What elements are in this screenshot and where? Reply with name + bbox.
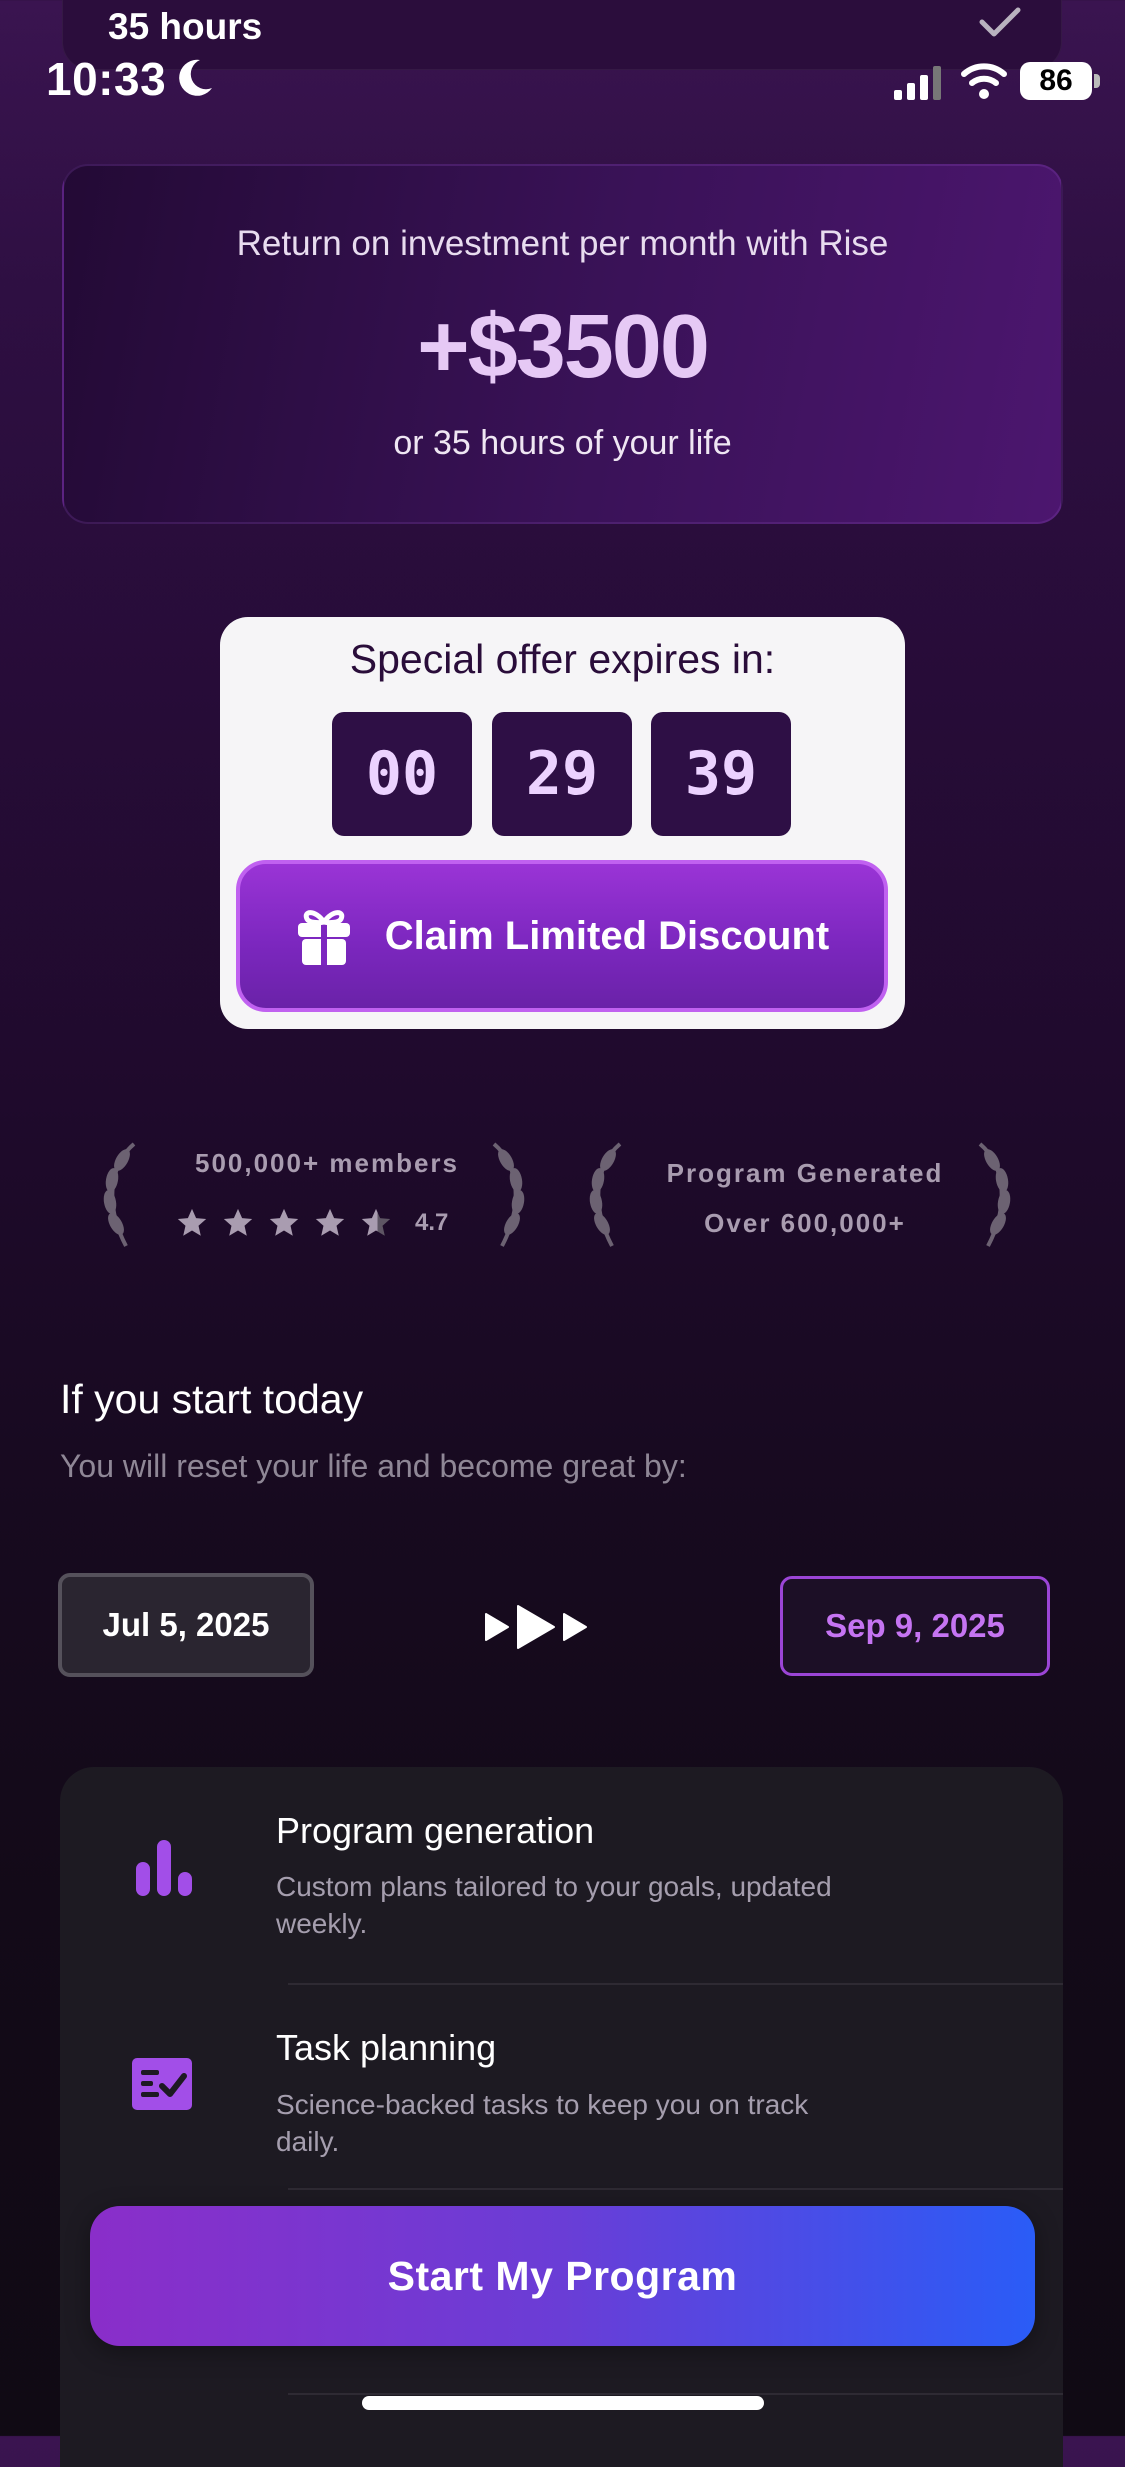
feature-title: Task planning (276, 2027, 497, 2068)
status-time: 10:33 (46, 53, 167, 105)
moon-icon (178, 58, 214, 103)
laurel-left-icon (582, 1140, 628, 1257)
star-icon (315, 1208, 345, 1236)
timer-seconds: 39 (651, 712, 791, 836)
laurel-right-icon (972, 1140, 1018, 1257)
program-generated-label: Program Generated (666, 1158, 944, 1188)
gift-icon (295, 905, 353, 967)
start-today-subtitle: You will reset your life and become grea… (60, 1448, 687, 1484)
bar-chart-icon (132, 1838, 196, 1903)
star-icon (177, 1208, 207, 1236)
star-icon (223, 1208, 253, 1236)
feature-description: Custom plans tailored to your goals, upd… (276, 1871, 832, 1939)
half-star-icon (361, 1208, 391, 1236)
start-program-button[interactable]: Start My Program (90, 2206, 1035, 2346)
battery-level: 86 (1039, 64, 1073, 97)
start-date: Jul 5, 2025 (58, 1573, 314, 1677)
feature-divider (288, 2393, 1063, 2395)
laurel-left-icon (96, 1140, 142, 1257)
rating-value: 4.7 (415, 1209, 449, 1236)
wifi-icon (960, 62, 1008, 105)
roi-subtitle: or 35 hours of your life (393, 424, 732, 462)
offer-title: Special offer expires in: (349, 636, 776, 682)
battery-nub (1094, 74, 1100, 88)
feature-divider (288, 1983, 1063, 1985)
start-today-title: If you start today (60, 1376, 364, 1422)
previous-option-label: 35 hours (108, 6, 263, 47)
claim-discount-label: Claim Limited Discount (384, 913, 830, 958)
task-list-icon (132, 2058, 192, 2115)
star-icon (269, 1208, 299, 1236)
roi-amount: +$3500 (417, 297, 710, 397)
cellular-signal-icon (894, 66, 944, 105)
timer-minutes: 29 (492, 712, 632, 836)
checkmark-icon (978, 4, 1022, 45)
roi-title: Return on investment per month with Rise (236, 224, 889, 263)
start-program-label: Start My Program (387, 2252, 738, 2299)
feature-divider (288, 2188, 1063, 2190)
feature-title: Program generation (276, 1810, 595, 1851)
goal-date: Sep 9, 2025 (780, 1576, 1050, 1676)
laurel-right-icon (486, 1140, 532, 1257)
rating-stars: 4.7 (175, 1206, 448, 1240)
home-indicator[interactable] (362, 2396, 764, 2410)
progress-arrows-icon (482, 1602, 592, 1657)
claim-discount-button[interactable]: Claim Limited Discount (236, 860, 888, 1012)
program-generated-count: Over 600,000+ (704, 1208, 906, 1238)
timer-hours: 00 (332, 712, 472, 836)
feature-description: Science-backed tasks to keep you on trac… (276, 2089, 809, 2157)
battery-indicator: 86 (1020, 62, 1092, 100)
members-count: 500,000+ members (194, 1148, 459, 1178)
